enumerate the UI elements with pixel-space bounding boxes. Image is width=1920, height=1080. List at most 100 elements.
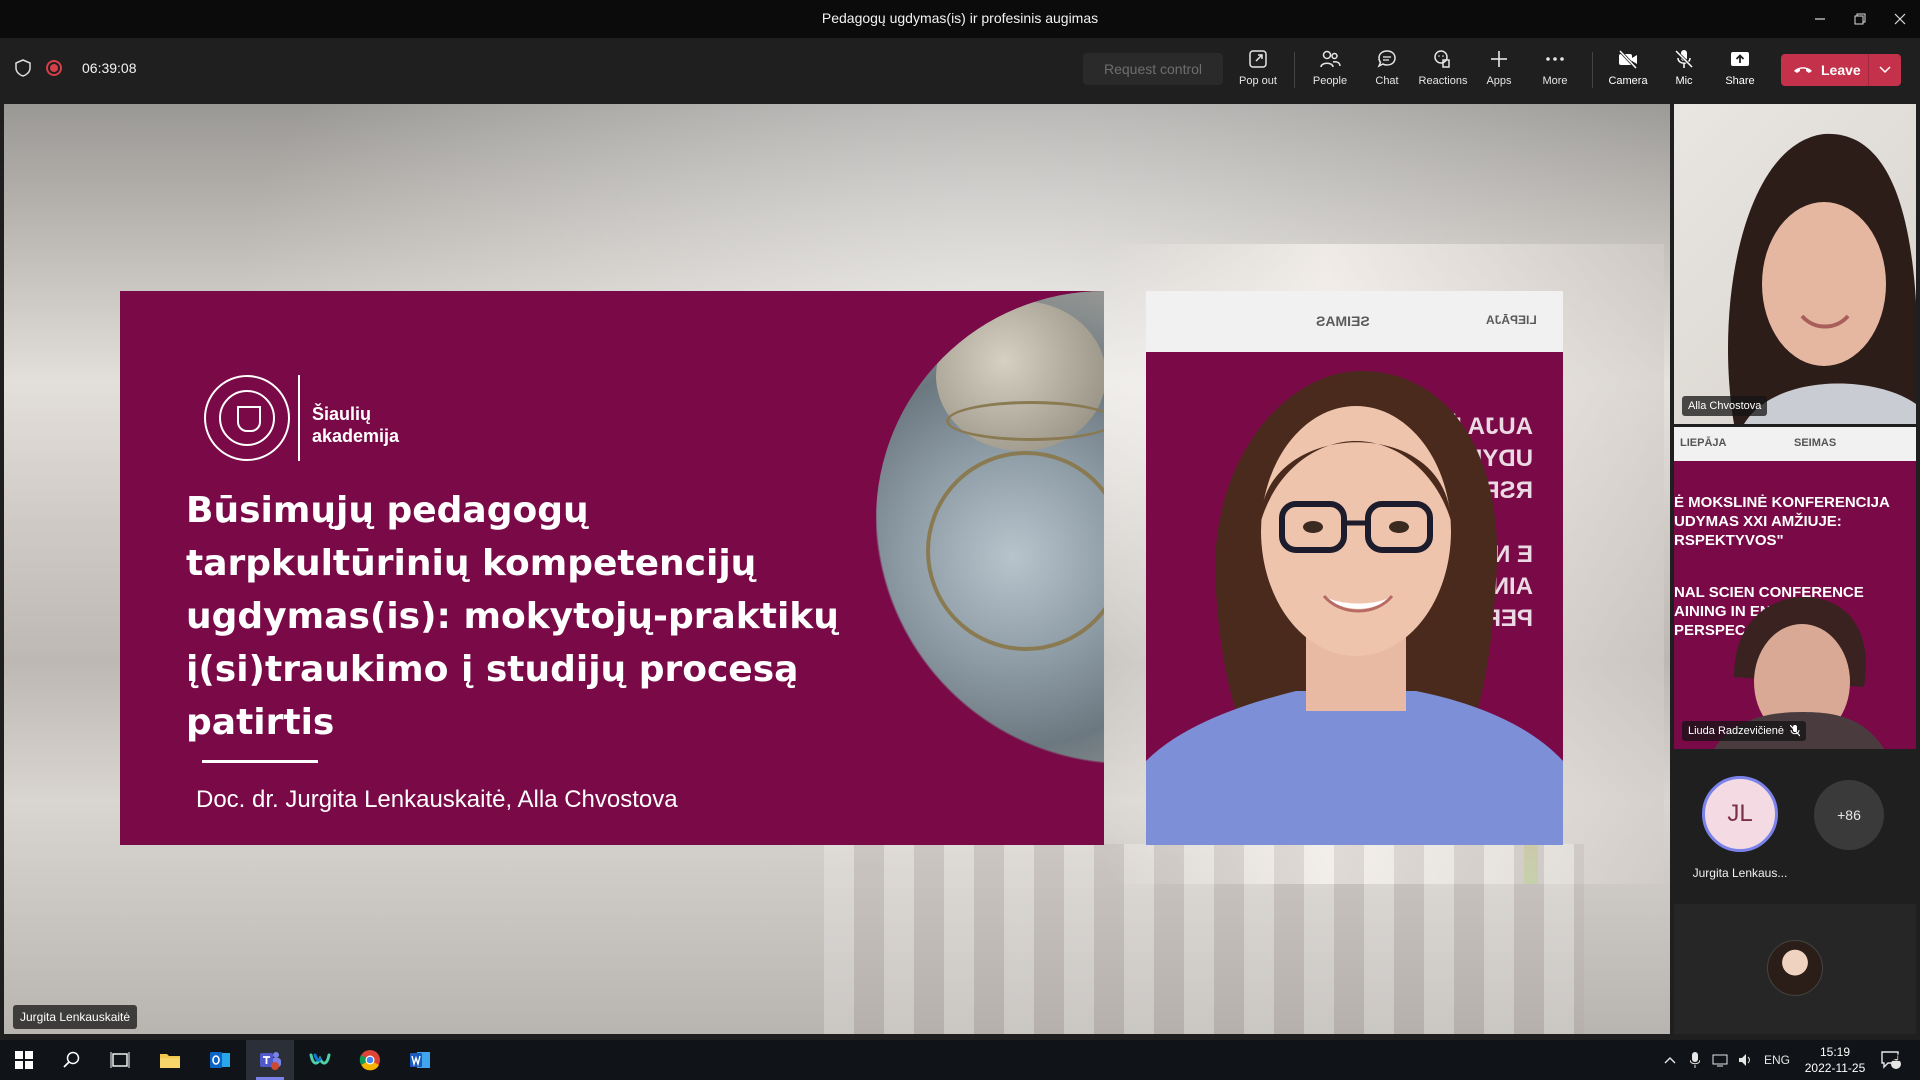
task-view-button[interactable] (96, 1040, 144, 1080)
slide-authors: Doc. dr. Jurgita Lenkauskaitė, Alla Chvo… (196, 786, 678, 813)
people-icon (1320, 50, 1341, 68)
word-icon (410, 1052, 430, 1068)
webex-icon (309, 1053, 331, 1065)
shared-content-stage: Šiaulių akademija Būsimųjų pedagogų tarp… (4, 104, 1670, 1034)
participant-avatar[interactable]: JL (1702, 776, 1778, 852)
share-label: Share (1725, 75, 1755, 87)
university-seal-icon (204, 375, 290, 461)
more-participants-button[interactable]: +86 (1814, 780, 1884, 850)
participant-tile[interactable]: LIEPĀJA SEIMAS Ė MOKSLINĖ KONFERENCIJA U… (1674, 427, 1916, 749)
presenter-name-tag: Jurgita Lenkauskaitė (13, 1005, 138, 1029)
background-pillars (824, 844, 1584, 1034)
teams-button[interactable] (246, 1040, 294, 1080)
request-control-button[interactable]: Request control (1083, 53, 1223, 85)
chrome-button[interactable] (346, 1040, 394, 1080)
word-button[interactable] (396, 1040, 444, 1080)
meeting-toolbar: 06:39:08 Request control Pop out People … (0, 38, 1920, 100)
globe-image (876, 291, 1104, 845)
apps-button[interactable]: Apps (1471, 48, 1527, 94)
participant-name-label: Liuda Radzevičienė (1682, 721, 1807, 741)
share-icon (1731, 52, 1749, 66)
file-explorer-button[interactable] (146, 1040, 194, 1080)
camera-label: Camera (1608, 75, 1648, 87)
language-indicator[interactable]: ENG (1764, 1040, 1790, 1080)
toolbar-divider (1592, 52, 1593, 88)
participant-avatars: JL Jurgita Lenkaus... +86 (1674, 752, 1916, 902)
outlook-icon (210, 1052, 230, 1068)
mic-button[interactable]: Mic (1656, 48, 1712, 94)
background-logos: LIEPĀJA SEIMAS (1674, 427, 1916, 461)
volume-button[interactable] (1738, 1040, 1754, 1080)
leave-button[interactable]: Leave (1781, 54, 1901, 86)
logo-divider (298, 375, 300, 461)
reactions-label: Reactions (1418, 75, 1468, 87)
restore-icon (1854, 13, 1866, 25)
leave-main[interactable]: Leave (1781, 54, 1869, 86)
presentation-slide: Šiaulių akademija Būsimųjų pedagogų tarp… (120, 291, 1104, 845)
network-icon (1712, 1054, 1728, 1067)
window-title: Pedagogų ugdymas(is) ir profesinis augim… (821, 10, 1099, 26)
conference-text: Ė MOKSLINĖ KONFERENCIJA UDYMAS XXI AMŽIU… (1674, 494, 1890, 549)
camera-button[interactable]: Camera (1600, 48, 1656, 94)
teams-icon (260, 1052, 281, 1070)
participant-name-label: Alla Chvostova (1682, 396, 1768, 416)
people-button[interactable]: People (1302, 48, 1358, 94)
restore-button[interactable] (1840, 0, 1880, 38)
slide-title: Būsimųjų pedagogų tarpkultūrinių kompete… (186, 490, 839, 743)
reactions-icon (1434, 50, 1450, 68)
start-button[interactable] (0, 1040, 48, 1080)
leave-label: Leave (1821, 62, 1861, 78)
volume-icon (1739, 1054, 1750, 1066)
apps-icon (1491, 51, 1507, 67)
show-hidden-icons-button[interactable] (1664, 1040, 1676, 1080)
chat-button[interactable]: Chat (1359, 48, 1415, 94)
participant-tile[interactable]: Alla Chvostova (1674, 104, 1916, 424)
clock[interactable]: 15:19 2022-11-25 (1795, 1044, 1875, 1076)
search-icon (63, 1051, 80, 1068)
people-label: People (1312, 75, 1348, 87)
more-button[interactable]: More (1527, 48, 1583, 94)
webex-button[interactable] (296, 1040, 344, 1080)
more-icon (1546, 57, 1564, 61)
pop-out-label: Pop out (1239, 75, 1277, 87)
participants-panel: Alla Chvostova LIEPĀJA SEIMAS Ė MOKSLINĖ… (1674, 104, 1920, 1034)
leave-dropdown[interactable] (1869, 54, 1901, 86)
self-view-avatar (1767, 940, 1823, 996)
avatar-name-label: Jurgita Lenkaus... (1692, 866, 1788, 880)
presenter-video[interactable]: SEIMAS LIEPĀJA AUJA Ė MOKSLINĖ UDYMAS XX… (1146, 291, 1563, 845)
seimas-logo-text: SEIMAS (1794, 437, 1837, 449)
search-button[interactable] (48, 1040, 96, 1080)
chat-label: Chat (1375, 75, 1399, 87)
chat-icon (1377, 50, 1396, 68)
slide-title-rule (202, 760, 318, 763)
presenter-person-image (1146, 371, 1563, 845)
hang-up-icon (1794, 67, 1812, 73)
pop-out-button[interactable]: Pop out (1230, 48, 1286, 94)
meeting-timer: 06:39:08 (82, 60, 137, 76)
mic-tray-button[interactable] (1690, 1040, 1700, 1080)
title-bar: Pedagogų ugdymas(is) ir profesinis augim… (0, 0, 1920, 38)
mic-muted-icon (1790, 725, 1801, 737)
apps-label: Apps (1486, 75, 1512, 87)
self-view-tile[interactable] (1674, 904, 1916, 1034)
mic-label: Mic (1675, 75, 1693, 87)
notifications-button[interactable]: 11 (1880, 1040, 1902, 1080)
reactions-button[interactable]: Reactions (1415, 48, 1471, 94)
participant-name-text: Liuda Radzevičienė (1688, 725, 1785, 737)
chrome-icon (359, 1050, 380, 1071)
participant-video-image (1728, 133, 1916, 424)
mic-off-icon (1674, 49, 1694, 69)
minimize-icon (1815, 18, 1825, 20)
windows-taskbar: ENG 15:19 2022-11-25 11 (0, 1040, 1920, 1080)
minimize-button[interactable] (1800, 0, 1840, 38)
network-button[interactable] (1712, 1040, 1730, 1080)
clock-time: 15:19 (1819, 1045, 1851, 1059)
shield-icon[interactable] (14, 59, 32, 77)
share-button[interactable]: Share (1712, 48, 1768, 94)
outlook-button[interactable] (196, 1040, 244, 1080)
folder-icon (160, 1054, 180, 1068)
close-button[interactable] (1880, 0, 1920, 38)
liepaja-logo-text: LIEPĀJA (1680, 437, 1727, 449)
camera-off-icon (1618, 49, 1638, 70)
recording-indicator-icon (46, 60, 62, 76)
